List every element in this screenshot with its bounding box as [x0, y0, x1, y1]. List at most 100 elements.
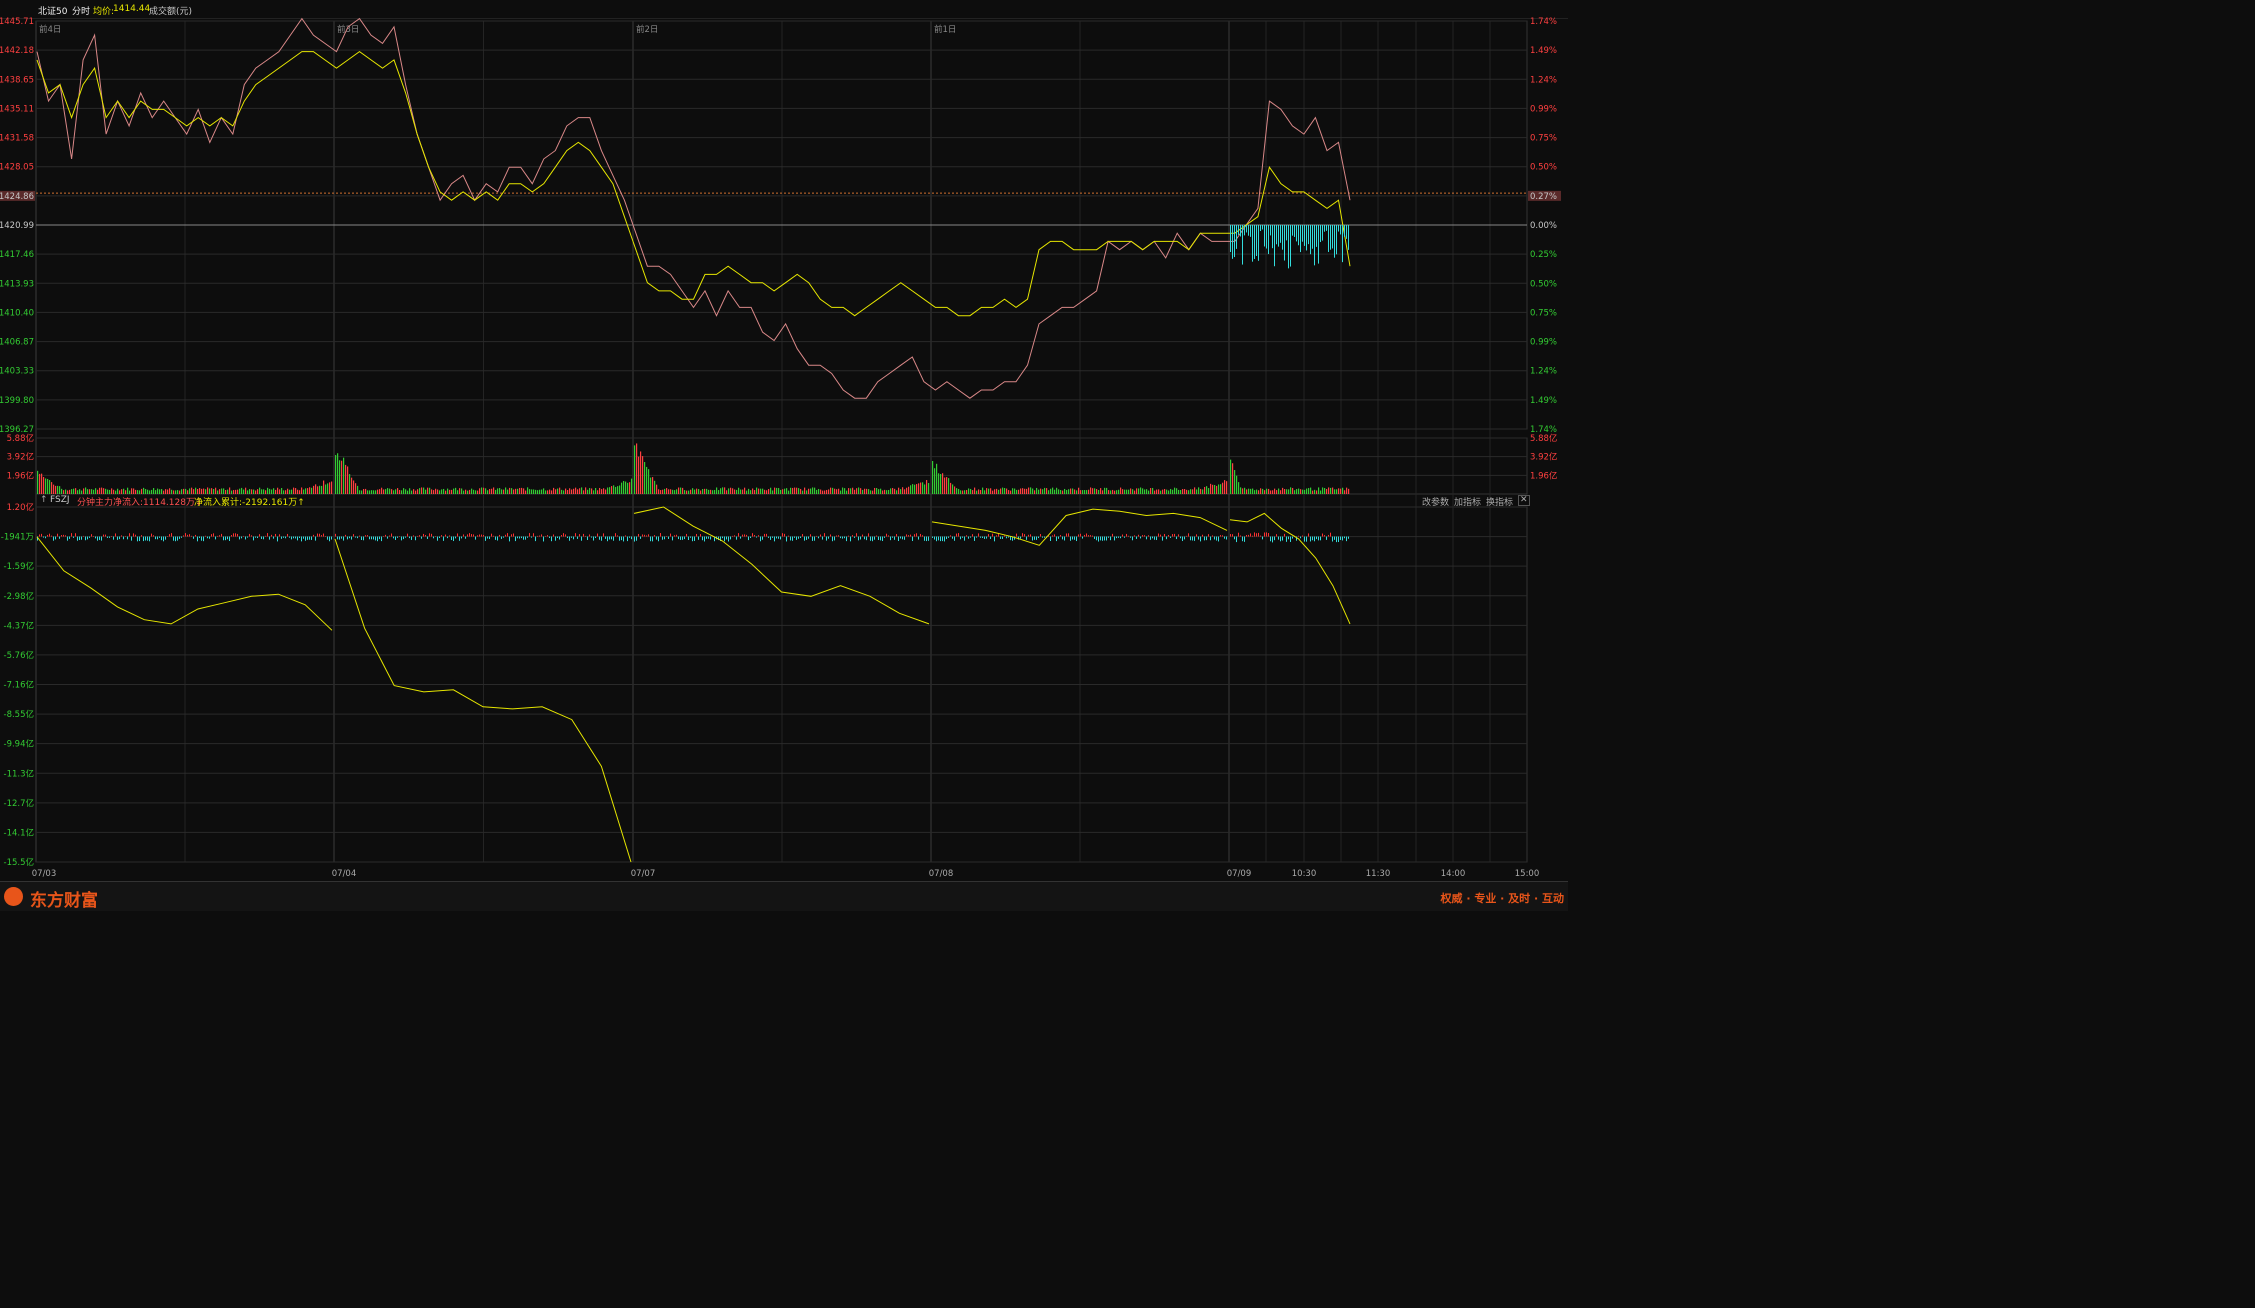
- edit-params-button[interactable]: 改参数: [1422, 495, 1449, 508]
- minute-flow-bar: [1102, 536, 1103, 541]
- volume-bar: [648, 469, 650, 494]
- volume-bar: [942, 473, 944, 494]
- minute-flow-bar: [105, 534, 106, 537]
- pct-axis-label: 1.74%: [1530, 17, 1557, 27]
- volume-bar: [355, 483, 357, 494]
- minute-flow-bar: [45, 536, 46, 539]
- volume-bar: [313, 485, 315, 494]
- volume-bar: [39, 473, 41, 494]
- indicator-toggle-icon[interactable]: ↑: [40, 495, 48, 505]
- minute-flow-bar: [219, 535, 220, 537]
- minute-flow-bar: [325, 535, 326, 537]
- minute-flow-bar: [676, 534, 677, 537]
- minute-flow-bar: [49, 533, 50, 537]
- minute-flow-bar: [201, 536, 202, 541]
- minute-flow-bar: [613, 536, 614, 541]
- minute-flow-bar: [1172, 534, 1173, 537]
- minute-flow-bar: [205, 535, 206, 537]
- minute-flow-bar: [1252, 535, 1253, 537]
- minute-flow-bar: [211, 534, 212, 537]
- minute-flow-bar: [89, 536, 90, 538]
- minute-flow-bar: [1090, 535, 1091, 537]
- minute-flow-bar: [758, 535, 759, 537]
- minute-flow-bar: [778, 536, 779, 539]
- minute-flow-bar: [1340, 536, 1341, 540]
- volume-bar: [629, 482, 631, 494]
- volume-bar: [642, 456, 644, 494]
- minute-flow-bar: [674, 535, 675, 537]
- time-axis-label: 14:00: [1441, 869, 1466, 879]
- minute-flow-bar: [1160, 534, 1161, 537]
- minute-flow-bar: [269, 536, 270, 540]
- minute-flow-bar: [237, 533, 238, 537]
- minute-flow-bar: [421, 536, 422, 539]
- minute-flow-bar: [1194, 536, 1195, 541]
- minute-flow-bar: [1276, 534, 1277, 537]
- minute-flow-bar: [940, 536, 941, 542]
- minute-flow-bar: [1264, 532, 1265, 537]
- minute-flow-bar: [115, 533, 116, 537]
- price-axis-label: 1399.80: [0, 396, 34, 406]
- volume-bar: [309, 487, 311, 494]
- close-indicator-icon[interactable]: ✕: [1518, 495, 1530, 506]
- volume-bar: [323, 480, 325, 494]
- minute-flow-bar: [609, 536, 610, 540]
- minute-flow-bar: [473, 534, 474, 537]
- minute-flow-bar: [1348, 536, 1349, 539]
- minute-flow-bar: [199, 536, 200, 538]
- minute-flow-bar: [824, 533, 825, 537]
- minute-flow-bar: [65, 535, 66, 537]
- minute-flow-bar: [1062, 536, 1063, 540]
- minute-flow-bar: [351, 536, 352, 540]
- volume-bar: [1210, 483, 1212, 494]
- minute-flow-bar: [565, 534, 566, 537]
- minute-flow-bar: [1080, 533, 1081, 537]
- minute-flow-bar: [589, 534, 590, 537]
- minute-flow-bar: [175, 536, 176, 542]
- minute-flow-bar: [770, 536, 771, 540]
- volume-bar: [1238, 482, 1240, 494]
- minute-flow-bar: [383, 535, 384, 537]
- minute-flow-bar: [545, 535, 546, 537]
- minute-flow-bar: [387, 536, 388, 539]
- volume-bar: [345, 464, 347, 494]
- minute-flow-bar: [53, 536, 54, 541]
- price-panel-flow-bar: [1248, 225, 1249, 236]
- price-panel-flow-bar: [1238, 225, 1239, 235]
- minute-flow-bar: [527, 536, 528, 538]
- volume-bar: [1226, 481, 1228, 494]
- minute-flow-bar: [183, 535, 184, 537]
- minute-flow-bar: [1078, 534, 1079, 537]
- indicator-name[interactable]: FSZJ: [50, 495, 70, 505]
- price-panel-flow-bar: [1348, 225, 1349, 250]
- minute-flow-bar: [1118, 536, 1119, 538]
- minute-flow-bar: [1150, 536, 1151, 540]
- minute-flow-bar: [341, 536, 342, 539]
- minute-flow-bar: [1156, 536, 1157, 541]
- minute-flow-bar: [593, 536, 594, 541]
- minute-flow-bar: [229, 536, 230, 541]
- minute-flow-bar: [874, 536, 875, 540]
- flow-axis-label: -11.3亿: [4, 768, 35, 779]
- minute-flow-bar: [87, 536, 88, 540]
- minute-flow-bar: [752, 533, 753, 537]
- volume-bar: [49, 480, 51, 494]
- minute-flow-bar: [245, 536, 246, 540]
- minute-flow-bar: [1004, 535, 1005, 537]
- price-axis-label: 1424.86: [0, 192, 34, 202]
- add-indicator-button[interactable]: 加指标: [1454, 495, 1481, 508]
- intraday-chart[interactable]: 1445.71 1.74% 1442.18 1.49% 1438.65 1.24% 1435…: [0, 0, 1568, 881]
- minute-flow-bar: [167, 536, 168, 537]
- minute-flow-bar: [1130, 536, 1131, 538]
- minute-flow-bar: [213, 533, 214, 537]
- minute-flow-bar: [1158, 533, 1159, 537]
- volume-bar: [1194, 487, 1196, 494]
- minute-flow-bar: [511, 534, 512, 537]
- switch-indicator-button[interactable]: 换指标: [1486, 495, 1513, 508]
- price-panel-flow-bar: [1244, 225, 1245, 236]
- price-panel-flow-bar: [1252, 225, 1253, 262]
- minute-flow-bar: [848, 535, 849, 537]
- minute-flow-bar: [69, 536, 70, 539]
- minute-flow-bar: [529, 533, 530, 537]
- volume-bar: [928, 483, 930, 494]
